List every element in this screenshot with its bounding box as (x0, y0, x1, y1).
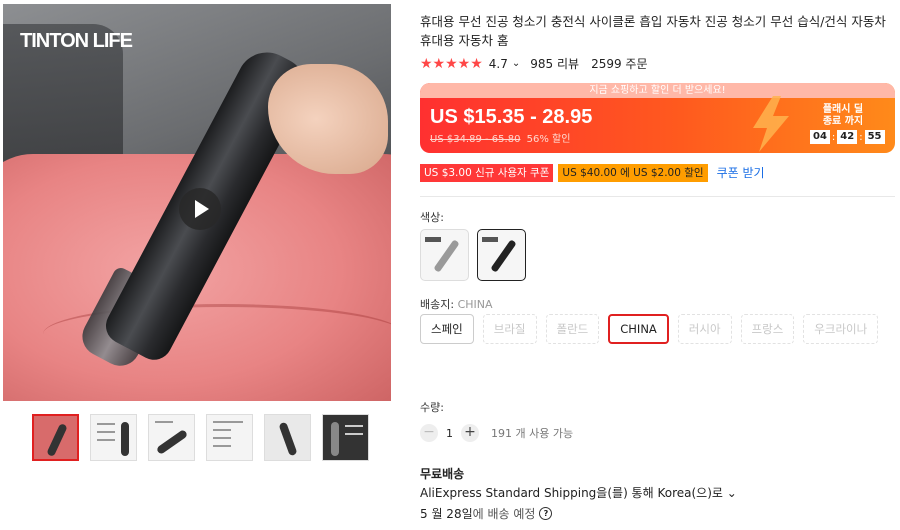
thumbnail[interactable] (206, 414, 253, 461)
coupon-row: US $3.00 신규 사용자 쿠폰 US $40.00 에 US $2.00 … (420, 164, 769, 182)
ships-from-value: CHINA (457, 298, 493, 311)
countdown-timer: 04: 42: 55 (810, 130, 885, 144)
ship-option-spain[interactable]: 스페인 (420, 314, 474, 344)
help-icon[interactable]: ? (539, 507, 553, 520)
order-count: 2599 주문 (591, 57, 648, 71)
ship-option-russia[interactable]: 러시아 (677, 314, 732, 344)
flash-deal-label: 플래시 딜 종료 까지 (822, 104, 864, 127)
decrease-button[interactable]: − (420, 424, 438, 442)
color-option-black[interactable] (477, 229, 526, 281)
ship-option-france[interactable]: 프랑스 (740, 314, 795, 344)
thumbnail[interactable] (90, 414, 137, 461)
ship-option-brazil[interactable]: 브라질 (482, 314, 537, 344)
delivery-date: 5 월 28일 (420, 507, 473, 521)
promo-line: 지금 쇼핑하고 할인 더 받으세요! (420, 83, 895, 98)
rating-row: ★★★★★ 4.7 ⌄ 985 리뷰 2599 주문 (420, 55, 652, 72)
play-video-button[interactable] (179, 188, 221, 230)
new-user-coupon[interactable]: US $3.00 신규 사용자 쿠폰 (420, 164, 554, 182)
discount-coupon[interactable]: US $40.00 에 US $2.00 할인 (558, 164, 708, 182)
eta-text: 에 배송 예정 (472, 507, 536, 521)
timer-seconds: 55 (864, 130, 885, 144)
product-title: 휴대용 무선 진공 청소기 충전식 사이클론 흡입 자동차 진공 청소기 무선 … (420, 14, 886, 48)
available-count: 191 개 사용 가능 (491, 427, 574, 440)
free-shipping-label: 무료배송 (420, 467, 465, 481)
ships-from-label: 배송지: CHINA (420, 296, 493, 312)
quantity-value[interactable]: 1 (446, 427, 453, 440)
ships-from-options: 스페인 브라질 폴란드 CHINA 러시아 프랑스 우크라이나 (420, 314, 890, 344)
thumbnail-strip (32, 414, 369, 461)
ship-option-ukraine[interactable]: 우크라이나 (803, 314, 879, 344)
shipping-method[interactable]: AliExpress Standard Shipping을(를) 통해 Kore… (420, 484, 737, 501)
ship-option-china[interactable]: CHINA (608, 314, 669, 344)
lightning-bolt-icon (753, 96, 789, 152)
star-rating-icon: ★★★★★ (420, 55, 483, 72)
ships-from-title: 배송지: (420, 298, 458, 311)
increase-button[interactable]: + (461, 424, 479, 442)
quantity-stepper: − 1 + 191 개 사용 가능 (420, 424, 573, 442)
color-label: 색상: (420, 211, 444, 224)
timer-minutes: 42 (837, 130, 858, 144)
thumbnail[interactable] (32, 414, 79, 461)
brand-logo: TINTON LIFE (20, 30, 133, 52)
thumbnail[interactable] (264, 414, 311, 461)
review-count[interactable]: 985 리뷰 (530, 55, 579, 72)
original-price: US $34.89 - 65.80 (430, 134, 521, 145)
delivery-estimate: 5 월 28일에 배송 예정 ? (420, 505, 553, 522)
play-icon (195, 200, 209, 218)
color-options (420, 229, 526, 281)
timer-hours: 04 (810, 130, 830, 144)
quantity-label: 수량: (420, 401, 444, 414)
rating-value[interactable]: 4.7 (489, 57, 508, 71)
chevron-down-icon[interactable]: ⌄ (512, 58, 520, 69)
thumbnail[interactable] (322, 414, 369, 461)
thumbnail[interactable] (148, 414, 195, 461)
divider (420, 196, 895, 197)
ship-option-poland[interactable]: 폴란드 (545, 314, 600, 344)
product-main-image[interactable]: TINTON LIFE (3, 4, 391, 401)
get-coupon-link[interactable]: 쿠폰 받기 (713, 164, 769, 182)
price-range: US $15.35 - 28.95 (430, 106, 593, 128)
original-price-row: US $34.89 - 65.80 56% 할인 (430, 130, 570, 145)
discount-percent: 56% 할인 (526, 134, 571, 145)
color-option-silver[interactable] (420, 229, 469, 281)
